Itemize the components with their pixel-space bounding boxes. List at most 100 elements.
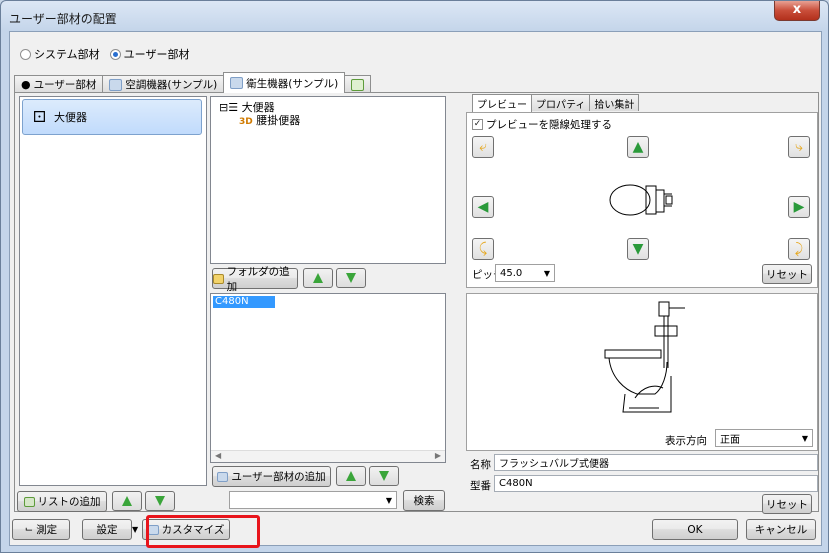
- parts-list[interactable]: C480N ◀ ▶: [210, 293, 446, 463]
- list-item-label: 大便器: [54, 111, 88, 124]
- button-label: フォルダの追加: [226, 265, 290, 293]
- tab-user-parts[interactable]: ● ユーザー部材: [14, 75, 104, 93]
- up-arrow-icon: ▲: [632, 139, 644, 155]
- tab-properties[interactable]: プロパティ: [531, 94, 591, 111]
- list-item-selected[interactable]: C480N: [213, 296, 275, 308]
- folder-search-icon: [109, 78, 123, 91]
- checkbox-box: ✓: [472, 119, 483, 130]
- model-label: 型番: [470, 480, 491, 492]
- tab-sanitary-sample[interactable]: 衛生機器(サンプル): [223, 72, 346, 93]
- up-arrow-icon: [313, 273, 323, 283]
- view-direction-combo[interactable]: 正面 ▼: [715, 429, 813, 447]
- dropdown-arrow-icon: ▼: [801, 433, 808, 443]
- toilet-icon: ⚀: [33, 108, 47, 126]
- add-folder-button[interactable]: フォルダの追加: [212, 266, 298, 293]
- ruler-icon: ⌙: [24, 524, 34, 535]
- preview-reset-button[interactable]: リセット: [762, 264, 812, 284]
- name-field[interactable]: フラッシュバルブ式便器: [494, 454, 818, 471]
- settings-dropdown-icon[interactable]: ▼: [132, 525, 138, 534]
- pitch-value: 45.0: [500, 267, 523, 279]
- pan-left-button[interactable]: ◀: [472, 196, 494, 218]
- pan-up-button[interactable]: ▲: [627, 136, 649, 158]
- tab-hvac-sample[interactable]: 空調機器(サンプル): [102, 75, 225, 93]
- rotate-right-down-button[interactable]: ⤸: [788, 238, 810, 260]
- tree-node-child[interactable]: 3D 腰掛便器: [219, 114, 300, 129]
- title-bar: ユーザー部材の配置 x: [1, 1, 828, 31]
- pan-right-button[interactable]: ▶: [788, 196, 810, 218]
- rotate-arrow-icon: ⤸: [794, 241, 804, 257]
- tab-preview[interactable]: プレビュー: [472, 94, 532, 112]
- name-label: 名称: [470, 459, 491, 471]
- add-list-icon: [23, 496, 35, 507]
- rotate-arrow-icon: ⤶: [479, 139, 487, 155]
- add-list-button[interactable]: リストの追加: [17, 491, 107, 512]
- customize-highlight-box: [146, 515, 260, 548]
- window-title: ユーザー部材の配置: [9, 12, 117, 26]
- radio-user-parts[interactable]: ユーザー部材: [109, 46, 189, 62]
- move-down-button[interactable]: [336, 268, 366, 288]
- rotate-left-down-button[interactable]: ⤹: [472, 238, 494, 260]
- tree-node-label: 大便器: [241, 101, 275, 114]
- button-label: リストの追加: [37, 496, 101, 508]
- tab-add-tab[interactable]: [344, 75, 372, 93]
- button-label: ユーザー部材の追加: [231, 471, 326, 483]
- up-arrow-icon: [122, 496, 132, 506]
- rotate-left-up-button[interactable]: ⤶: [472, 136, 494, 158]
- rotate-arrow-icon: ⤹: [478, 241, 488, 257]
- horizontal-scrollbar[interactable]: ◀ ▶: [211, 450, 445, 462]
- move-up-button[interactable]: [336, 466, 366, 486]
- tab-label: 衛生機器(サンプル): [246, 77, 339, 90]
- collapse-icon: ⊟: [219, 101, 229, 114]
- category-list[interactable]: ⚀ 大便器: [19, 96, 207, 486]
- cancel-button[interactable]: キャンセル: [746, 519, 816, 540]
- view-direction-value: 正面: [720, 434, 740, 446]
- parts-type-radios: システム部材 ユーザー部材: [20, 46, 189, 62]
- dialog-client: システム部材 ユーザー部材 ● ユーザー部材 空調機器(サンプル) 衛生機器(サン…: [9, 31, 822, 546]
- list-item-selected[interactable]: ⚀ 大便器: [22, 99, 202, 135]
- radio-system-parts[interactable]: システム部材: [20, 46, 100, 62]
- tree-node-root[interactable]: ⊟☰ 大便器: [219, 101, 300, 114]
- checkbox-label: プレビューを隠線処理する: [486, 119, 612, 131]
- ok-button[interactable]: OK: [652, 519, 738, 540]
- folder-search-icon: [230, 77, 244, 89]
- radio-dot: [20, 48, 31, 60]
- tab-label: ユーザー部材: [33, 79, 97, 91]
- folder-icon: ☰: [228, 101, 239, 114]
- 3d-icon: 3D: [239, 117, 253, 127]
- search-button[interactable]: 検索: [403, 490, 445, 511]
- down-arrow-icon: ▼: [632, 241, 644, 257]
- move-down-button[interactable]: [369, 466, 399, 486]
- add-user-part-button[interactable]: ユーザー部材の追加: [212, 466, 331, 487]
- folder-tree[interactable]: ⊟☰ 大便器 3D 腰掛便器: [210, 96, 446, 264]
- rotate-right-up-button[interactable]: ⤷: [788, 136, 810, 158]
- search-combo[interactable]: ▼: [229, 491, 397, 509]
- up-arrow-icon: [346, 471, 356, 481]
- add-tab-icon: [351, 78, 365, 91]
- move-down-button[interactable]: [145, 491, 175, 511]
- radio-label: システム部材: [34, 48, 100, 61]
- down-arrow-icon: [346, 273, 356, 283]
- close-button[interactable]: x: [774, 1, 820, 21]
- pan-down-button[interactable]: ▼: [627, 238, 649, 260]
- down-arrow-icon: [155, 496, 165, 506]
- move-up-button[interactable]: [303, 268, 333, 288]
- model-field[interactable]: C480N: [494, 475, 818, 492]
- right-arrow-icon: ▶: [793, 199, 805, 215]
- dropdown-arrow-icon: ▼: [543, 268, 550, 278]
- settings-button[interactable]: 設定: [82, 519, 132, 540]
- down-arrow-icon: [379, 471, 389, 481]
- move-up-button[interactable]: [112, 491, 142, 511]
- tree-node-label: 腰掛便器: [256, 114, 301, 127]
- info-reset-button[interactable]: リセット: [762, 494, 812, 514]
- toilet-top-view-drawing: [609, 184, 673, 216]
- user-icon: ●: [21, 78, 31, 91]
- rotate-arrow-icon: ⤷: [795, 139, 803, 155]
- dialog-window: ユーザー部材の配置 x システム部材 ユーザー部材 ● ユーザー部材 空調機器(サ…: [0, 0, 829, 553]
- hidden-line-checkbox[interactable]: ✓ プレビューを隠線処理する: [472, 117, 612, 132]
- front-view-panel: 表示方向 正面 ▼: [466, 293, 818, 451]
- toilet-front-view-drawing: [604, 301, 685, 413]
- dropdown-arrow-icon: ▼: [385, 495, 392, 505]
- measure-button[interactable]: ⌙ 測定: [12, 519, 70, 540]
- tab-quantity[interactable]: 拾い集計: [589, 94, 640, 111]
- pitch-combo[interactable]: 45.0 ▼: [495, 264, 555, 282]
